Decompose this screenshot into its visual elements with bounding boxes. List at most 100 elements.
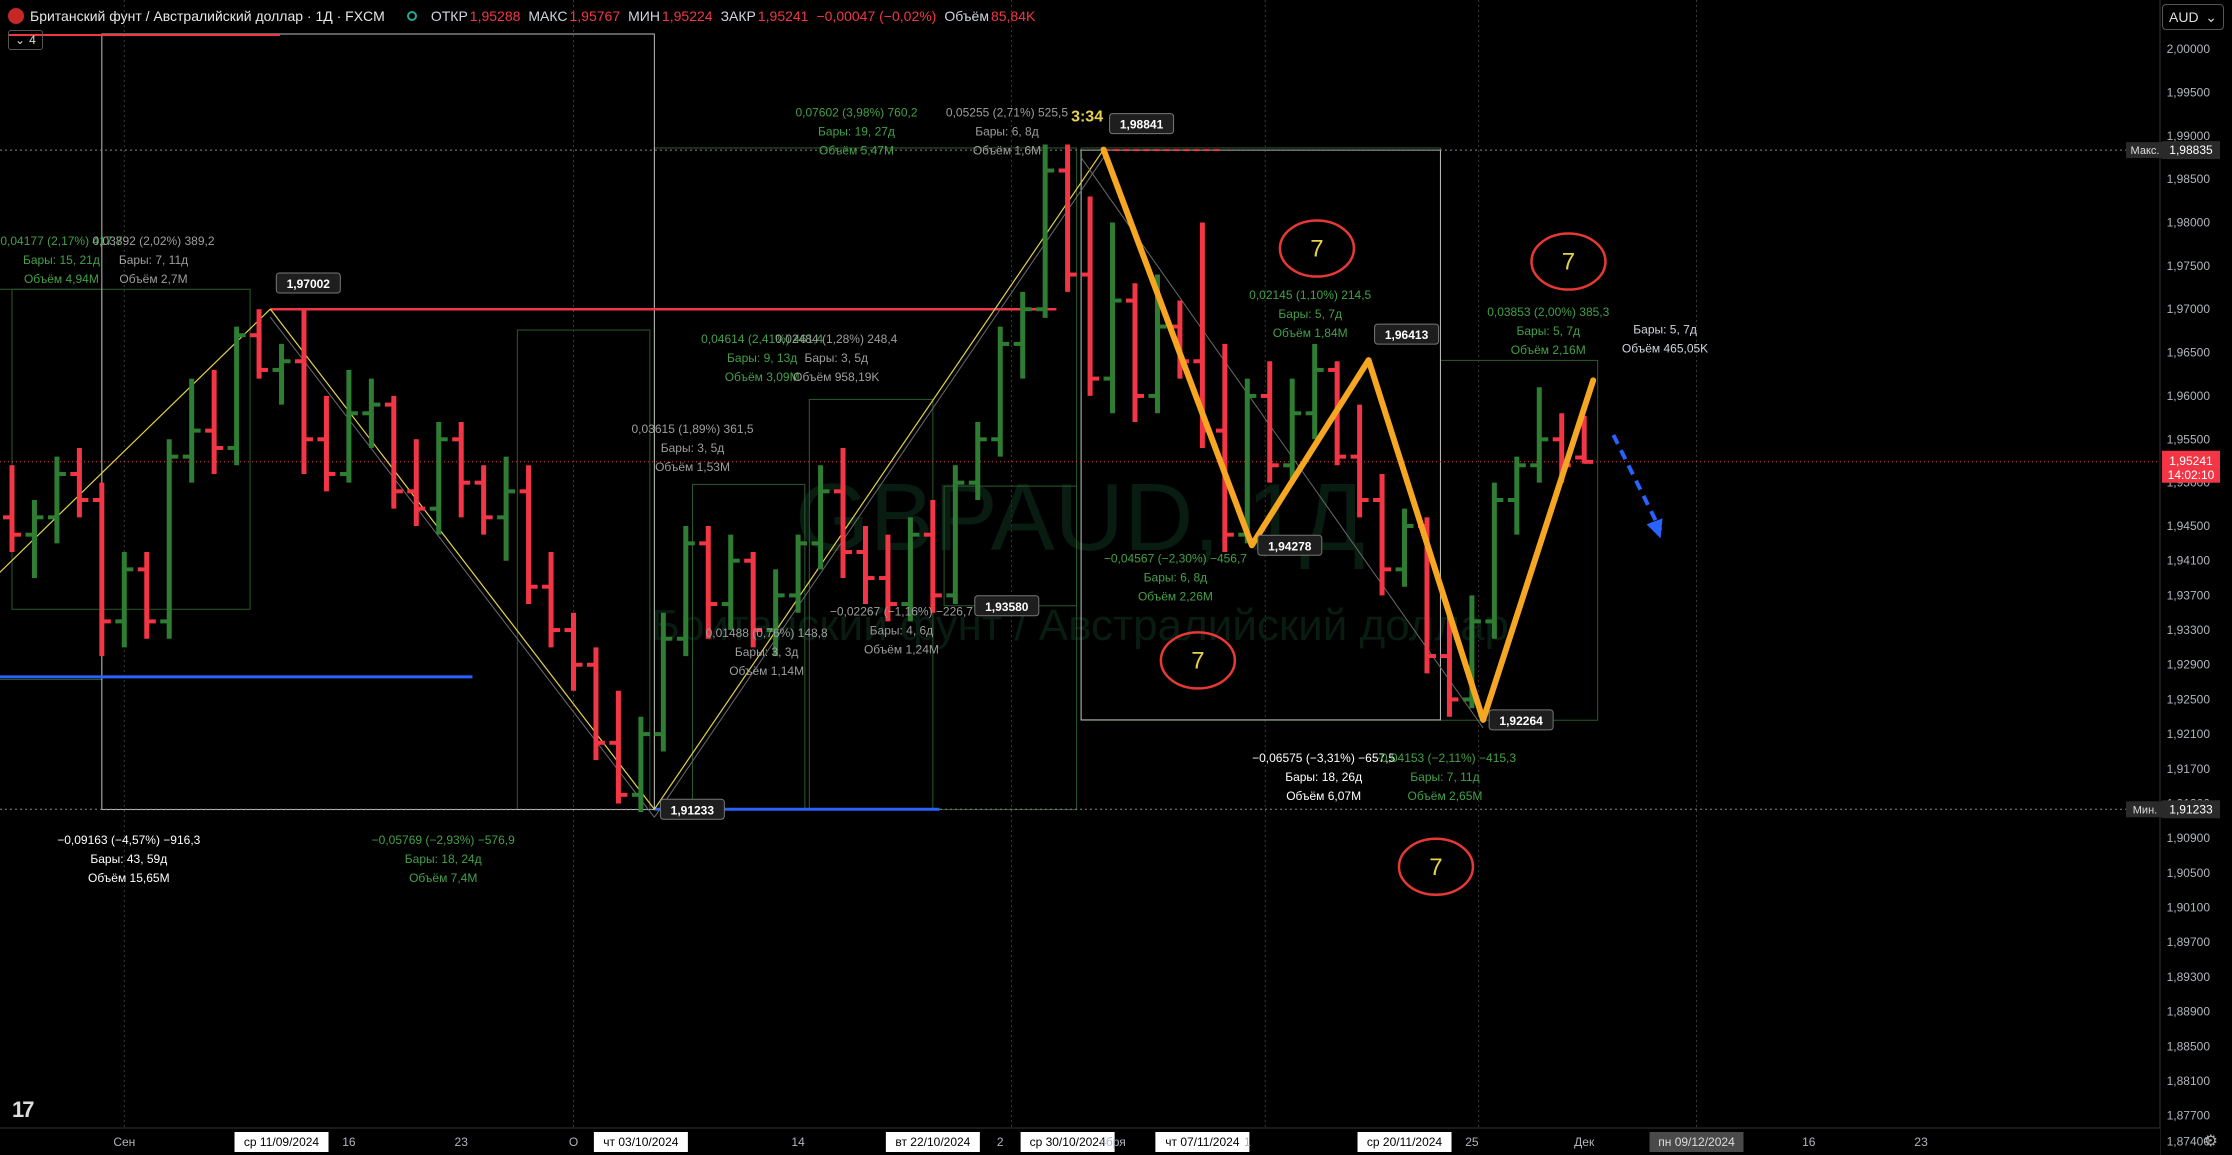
pivot-label-text: 1,97002 [287, 277, 331, 291]
date-cursor-label: ср 30/10/2024 [1030, 1135, 1106, 1149]
ohlc-bar [1058, 144, 1077, 292]
measure-stat-line: −0,09163 (−4,57%) −916,3 [57, 833, 200, 847]
market-status-icon [406, 11, 417, 21]
indicators-toggle[interactable]: ⌄ 4 [8, 30, 43, 50]
ohlc-bar [542, 552, 561, 648]
ohlc-bar [1530, 387, 1549, 483]
ohlc-bar [205, 369, 224, 474]
measure-stat-line: Объём 2,26M [1138, 589, 1213, 603]
measure-stat-line: Объём 2,16M [1511, 343, 1586, 357]
price-axis-tick: 1,90500 [2167, 866, 2211, 880]
ohlc-bar [47, 456, 66, 544]
tradingview-logo-icon[interactable]: 17 [12, 1097, 35, 1123]
ohlc-bar [272, 343, 291, 405]
measure-stat-line: 0,03853 (2,00%) 385,3 [1487, 305, 1609, 319]
date-cursor-label: вт 22/10/2024 [895, 1135, 970, 1149]
measure-stat-line: Бары: 19, 27д [818, 125, 895, 139]
measure-stat-line: 0,02145 (1,10%) 214,5 [1249, 288, 1371, 302]
ohlc-bar [1013, 291, 1032, 379]
measure-stat-line: Объём 2,7M [119, 272, 187, 286]
measure-stat-line: 0,01488 (0,76%) 148,8 [706, 626, 828, 640]
ohlc-value: 1,95767 [569, 8, 621, 24]
measure-stat-line: 0,07602 (3,98%) 760,2 [795, 106, 917, 120]
level-tag-text: Мин. [2133, 804, 2157, 816]
currency-selector[interactable]: AUD ⌄ [2162, 4, 2224, 30]
ohlc-bar [250, 309, 269, 379]
measure-stat-line: Бары: 7, 11д [1410, 770, 1479, 784]
ohlc-bar [3, 465, 21, 553]
measure-stat-line: 0,03892 (2,02%) 389,2 [92, 234, 214, 248]
pivot-label-text: 1,94278 [1268, 539, 1312, 553]
measure-stat-line: −0,02267 (−1,16%) −226,7 [830, 604, 973, 618]
measure-stat-line: Бары: 18, 24д [405, 852, 482, 866]
ohlc-bar [519, 465, 538, 605]
pivot-label: 1,91233 [659, 798, 725, 820]
ohlc-bar [452, 421, 471, 518]
wave-marker-label: 7 [1310, 236, 1323, 263]
price-axis-tick: 1,92900 [2167, 658, 2211, 672]
price-axis-tick: 1,98000 [2167, 216, 2211, 230]
price-axis-tick: 1,92500 [2167, 692, 2211, 706]
ohlc-bar [1305, 343, 1324, 440]
measure-stat-line: Объём 1,84M [1273, 326, 1348, 340]
current-price-value: 1,95241 [2169, 454, 2213, 468]
ohlc-label: МИН [628, 8, 660, 24]
level-tag-text: Макс. [2131, 145, 2160, 157]
ohlc-bar [137, 552, 156, 639]
ohlc-bar [609, 690, 628, 804]
time-axis-tick: 2 [997, 1135, 1004, 1149]
measure-stat-line: Бары: 4, 6д [870, 623, 934, 637]
date-cursor-label: ср 20/11/2024 [1367, 1135, 1443, 1149]
price-axis-tick: 1,92100 [2167, 727, 2211, 741]
indicator-count: 4 [29, 33, 36, 47]
price-axis-tick: 1,96500 [2167, 346, 2211, 360]
measure-stat-line: Объём 15,65M [88, 871, 170, 885]
ohlc-bar [70, 447, 89, 518]
date-cursor-label: ср 11/09/2024 [244, 1135, 320, 1149]
price-axis-tick: 1,91700 [2167, 762, 2211, 776]
measure-stat-line: Бары: 9, 13д [727, 351, 797, 365]
wave-marker-label: 7 [1429, 854, 1442, 881]
price-axis-tick: 1,97500 [2167, 259, 2211, 273]
measure-stat-line: Объём 1,6M [973, 144, 1041, 158]
gear-icon[interactable]: ⚙ [2204, 1131, 2218, 1151]
level-value-text: 1,98835 [2169, 143, 2213, 157]
measure-stat-line: Объём 6,07M [1286, 789, 1361, 803]
price-axis-tick: 1,99000 [2167, 129, 2211, 143]
measure-stat-line: Объём 1,14M [729, 664, 804, 678]
measure-stat-line: Бары: 3, 5д [805, 351, 869, 365]
price-axis-tick: 1,90100 [2167, 901, 2211, 915]
ohlc-bar [1373, 473, 1392, 596]
measure-stat-line: 0,02484 (1,28%) 248,4 [775, 332, 897, 346]
measure-stat-line: Бары: 5, 7д [1633, 323, 1697, 337]
pivot-label: 1,93580 [974, 595, 1040, 617]
pivot-label: 1,96413 [1374, 323, 1440, 345]
measure-stat-line: Объём 1,24M [864, 642, 939, 656]
price-axis-tick: 1,94500 [2167, 519, 2211, 533]
measure-stat-line: Объём 5,47M [819, 144, 894, 158]
time-annotation: 3:34 [1071, 109, 1103, 126]
ohlc-bar [92, 482, 111, 657]
ohlc-bar [1395, 508, 1414, 587]
measure-stat-line: Объём 4,94M [24, 272, 99, 286]
price-axis-tick: 1,89300 [2167, 970, 2211, 984]
pivot-label-text: 1,92264 [1499, 714, 1543, 728]
wave-marker: 7 [1530, 232, 1607, 291]
price-chart[interactable]: GBPAUD, 1ДБританский фунт / Австралийски… [0, 0, 2232, 1155]
ohlc-bar [564, 612, 583, 691]
time-axis-tick: 25 [1465, 1135, 1479, 1149]
forecast-arrow-head [1646, 518, 1663, 539]
measure-stat-line: 0,03615 (1,89%) 361,5 [631, 422, 753, 436]
measure-stat-line: Бары: 5, 7д [1516, 324, 1580, 338]
date-cursor-label: чт 07/11/2024 [1165, 1135, 1240, 1149]
symbol-title[interactable]: Британский фунт / Австралийский доллар ·… [30, 8, 385, 24]
ohlc-bar [1036, 144, 1055, 318]
time-axis-tick: 23 [1914, 1135, 1928, 1149]
measure-stat-line: Бары: 6, 8д [975, 125, 1039, 139]
price-axis-tick: 1,95500 [2167, 432, 2211, 446]
ohlc-bar [1126, 283, 1144, 422]
ohlc-value: 1,95241 [757, 8, 809, 24]
ohlc-bar [1507, 456, 1526, 535]
pivot-label: 1,98841 [1109, 113, 1175, 135]
measure-stat-line: Бары: 43, 59д [90, 852, 167, 866]
